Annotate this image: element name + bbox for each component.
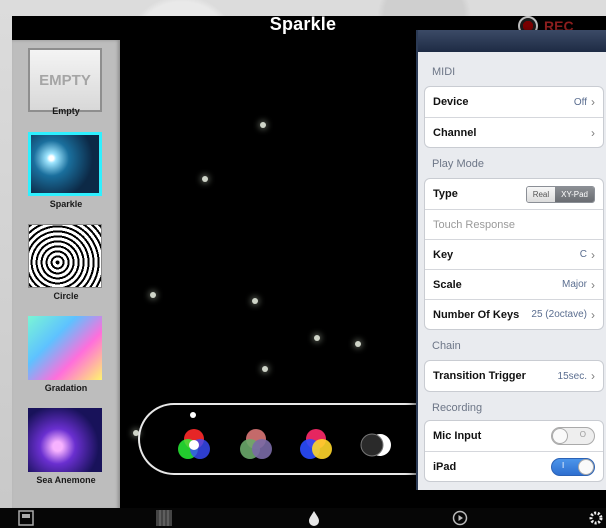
particle: [314, 335, 320, 341]
device-label: Device: [433, 96, 469, 108]
preset-label-sparkle: Sparkle: [49, 199, 83, 209]
palette-selection-indicator: [190, 412, 196, 418]
mic-input-label: Mic Input: [433, 430, 482, 442]
preset-thumb-sparkle[interactable]: [28, 132, 102, 196]
ipad-row: iPad I: [425, 451, 603, 481]
type-option-real[interactable]: Real: [526, 186, 556, 202]
preset-label-sea-anemone: Sea Anemone: [36, 475, 96, 485]
particle: [202, 176, 208, 182]
mic-input-toggle[interactable]: O: [551, 427, 595, 445]
settings-popover: MIDI Device Off › Channel › Play Mode Ty…: [416, 30, 606, 490]
preset-thumb-gradation[interactable]: [28, 316, 102, 380]
scale-row[interactable]: Scale Major ›: [425, 269, 603, 299]
preset-label-empty: Empty: [52, 106, 80, 116]
section-play-mode-title: Play Mode: [432, 158, 484, 170]
grid-icon[interactable]: [156, 510, 172, 526]
gear-icon[interactable]: [588, 510, 604, 526]
device-value: Off: [573, 96, 587, 108]
section-midi-title: MIDI: [432, 66, 456, 78]
type-label: Type: [433, 188, 458, 200]
preset-label-circle: Circle: [53, 291, 79, 301]
scale-label: Scale: [433, 278, 462, 291]
particle: [252, 298, 258, 304]
transition-trigger-row[interactable]: Transition Trigger 15sec. ›: [425, 361, 603, 391]
bottom-toolbar: [0, 508, 606, 528]
type-segmented-control[interactable]: Real XY-Pad: [525, 185, 595, 203]
ipad-toggle[interactable]: I: [551, 457, 595, 476]
type-option-xy-pad[interactable]: XY-Pad: [555, 186, 594, 202]
rgb-additive-icon[interactable]: [174, 425, 214, 465]
section-chain-title: Chain: [432, 340, 461, 352]
play-icon[interactable]: [452, 510, 468, 526]
toggle-knob: [578, 458, 594, 475]
color-drop-icon[interactable]: [306, 510, 322, 526]
ipad-toggle-state: I: [562, 460, 565, 470]
channel-row[interactable]: Channel ›: [425, 117, 603, 147]
mic-input-row: Mic Input O: [425, 421, 603, 451]
toggle-knob: [552, 428, 568, 444]
particle: [355, 341, 361, 347]
section-recording-title: Recording: [432, 402, 483, 414]
key-label: Key: [433, 248, 454, 261]
muted-color-icon[interactable]: [236, 425, 276, 465]
chain-group: Transition Trigger 15sec. ›: [424, 360, 604, 392]
preset-thumb-sea-anemone[interactable]: [28, 408, 102, 472]
recording-group: Mic Input O iPad I: [424, 420, 604, 482]
chevron-right-icon: ›: [591, 369, 595, 383]
rgb-subtractive-icon[interactable]: [296, 425, 336, 465]
particle: [150, 292, 156, 298]
key-value: C: [579, 249, 587, 260]
empty-thumb-text: EMPTY: [39, 71, 91, 89]
key-row[interactable]: Key C ›: [425, 239, 603, 269]
particle: [260, 122, 266, 128]
particle: [262, 366, 268, 372]
preset-thumb-circle[interactable]: [28, 224, 102, 288]
ipad-label: iPad: [433, 460, 457, 473]
number-of-keys-label: Number Of Keys: [433, 308, 520, 321]
chevron-right-icon: ›: [591, 307, 595, 322]
mic-toggle-state: O: [579, 430, 586, 439]
app-window: Sparkle REC EMPTY Empty Sparkle Circle G…: [0, 0, 606, 528]
channel-label: Channel: [433, 126, 477, 139]
chevron-right-icon: ›: [591, 247, 595, 262]
presets-icon[interactable]: [18, 510, 34, 526]
device-row[interactable]: Device Off ›: [425, 87, 603, 117]
popover-header: [418, 30, 606, 52]
touch-response-label: Touch Response: [433, 218, 515, 231]
touch-response-row: Touch Response: [425, 209, 603, 239]
preset-thumb-empty[interactable]: EMPTY: [28, 48, 102, 112]
scale-value: Major: [561, 279, 587, 290]
play-mode-group: Type Real XY-Pad Touch Response Key C › …: [424, 178, 604, 330]
transition-trigger-label: Transition Trigger: [433, 370, 526, 382]
chevron-right-icon: ›: [591, 95, 595, 109]
midi-group: Device Off › Channel ›: [424, 86, 604, 148]
type-row: Type Real XY-Pad: [425, 179, 603, 209]
transition-trigger-value: 15sec.: [557, 370, 587, 382]
preset-sidebar[interactable]: EMPTY Empty Sparkle Circle Gradation Sea…: [12, 40, 120, 510]
number-of-keys-row[interactable]: Number Of Keys 25 (2octave) ›: [425, 299, 603, 329]
black-white-icon[interactable]: [356, 425, 396, 465]
chevron-right-icon: ›: [591, 277, 595, 292]
number-of-keys-value: 25 (2octave): [531, 309, 587, 320]
chevron-right-icon: ›: [591, 125, 595, 140]
preset-label-gradation: Gradation: [44, 383, 88, 393]
